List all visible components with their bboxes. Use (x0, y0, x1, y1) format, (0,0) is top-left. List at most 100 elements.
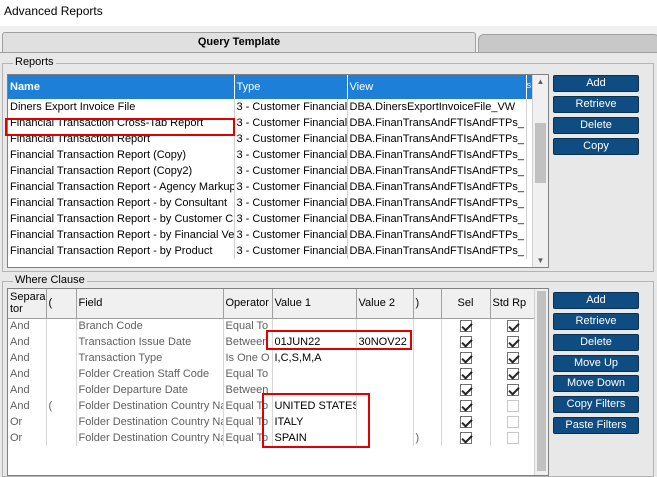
col-separator-header[interactable]: Separa tor (8, 289, 47, 319)
std-rp-checkbox[interactable] (507, 416, 519, 429)
report-row[interactable]: Financial Transaction Report (Copy) 3 - C… (8, 147, 533, 163)
rparen-cell[interactable] (413, 334, 442, 350)
lparen-cell[interactable] (46, 350, 77, 366)
rparen-cell[interactable] (413, 318, 442, 334)
sel-checkbox[interactable] (459, 320, 472, 333)
col-name-header[interactable]: Name (8, 75, 235, 99)
lparen-cell[interactable] (46, 414, 77, 430)
move-down-button[interactable]: Move Down (553, 375, 639, 392)
lparen-cell[interactable] (46, 382, 77, 398)
rparen-cell[interactable] (413, 398, 442, 414)
lparen-cell[interactable] (46, 366, 77, 382)
paste-filters-button[interactable]: Paste Filters (553, 417, 639, 434)
field-cell[interactable]: Transaction Issue Date (76, 334, 224, 350)
std-rp-checkbox[interactable] (507, 400, 519, 413)
sel-checkbox[interactable] (459, 336, 472, 349)
reports-grid[interactable]: Name Type View S F Diners Export Invoice… (7, 74, 549, 268)
reports-delete-button[interactable]: Delete (553, 117, 639, 134)
separator-cell[interactable]: Or (8, 414, 47, 430)
separator-cell[interactable]: Or (8, 430, 47, 446)
scroll-down-icon[interactable]: ▼ (533, 256, 548, 265)
col-type-header[interactable]: Type (234, 75, 348, 99)
field-cell[interactable]: Folder Creation Staff Code (76, 366, 224, 382)
report-row[interactable]: Financial Transaction Report - by Produc… (8, 243, 533, 259)
sel-checkbox[interactable] (459, 352, 472, 365)
std-rp-checkbox[interactable] (507, 336, 519, 349)
lparen-cell[interactable] (46, 430, 77, 446)
tab-query-template[interactable]: Query Template (2, 32, 476, 52)
sel-checkbox[interactable] (459, 400, 472, 413)
separator-cell[interactable]: And (8, 382, 47, 398)
report-row[interactable]: Diners Export Invoice File 3 - Customer F… (8, 99, 533, 115)
separator-cell[interactable]: And (8, 398, 47, 414)
reports-copy-button[interactable]: Copy (553, 138, 639, 155)
std-rp-checkbox[interactable] (507, 384, 519, 397)
separator-cell[interactable]: And (8, 334, 47, 350)
value1-cell[interactable]: I,C,S,M,A (272, 350, 357, 366)
report-name-cell: Diners Export Invoice File (8, 99, 235, 115)
copy-filters-button[interactable]: Copy Filters (553, 396, 639, 413)
field-cell[interactable]: Branch Code (76, 318, 224, 334)
separator-cell[interactable]: And (8, 366, 47, 382)
value2-cell[interactable] (356, 350, 414, 366)
rparen-cell[interactable]: ) (413, 430, 442, 446)
move-up-button[interactable]: Move Up (553, 355, 639, 372)
reports-scrollbar[interactable]: ▲ ▼ (532, 75, 548, 267)
where-add-button[interactable]: Add (553, 292, 639, 309)
std-rp-checkbox[interactable] (507, 352, 519, 365)
std-rp-checkbox[interactable] (507, 368, 519, 381)
report-row[interactable]: Financial Transaction Report - by Consul… (8, 195, 533, 211)
lparen-cell[interactable]: ( (46, 398, 77, 414)
std-rp-checkbox[interactable] (507, 432, 519, 445)
rparen-cell[interactable] (413, 366, 442, 382)
col-sel-header[interactable]: Sel (441, 289, 491, 319)
rparen-cell[interactable] (413, 414, 442, 430)
separator-cell[interactable]: And (8, 318, 47, 334)
rparen-cell[interactable] (413, 382, 442, 398)
separator-cell[interactable]: And (8, 350, 47, 366)
field-cell[interactable]: Transaction Type (76, 350, 224, 366)
col-value2-header[interactable]: Value 2 (356, 289, 414, 319)
where-row[interactable]: And Transaction Type Is One O I,C,S,M,A (8, 350, 537, 366)
operator-cell[interactable]: Is One O (223, 350, 273, 366)
col-view-header[interactable]: View (347, 75, 527, 99)
reports-add-button[interactable]: Add (553, 75, 639, 92)
where-retrieve-button[interactable]: Retrieve (553, 313, 639, 330)
report-row[interactable]: Financial Transaction Report - by Financ… (8, 227, 533, 243)
sel-checkbox[interactable] (459, 368, 472, 381)
field-cell[interactable]: Folder Departure Date (76, 382, 224, 398)
rparen-cell[interactable] (413, 350, 442, 366)
field-cell[interactable]: Folder Destination Country Na (76, 398, 224, 414)
value1-cell[interactable] (272, 366, 357, 382)
operator-cell[interactable]: Equal To (223, 366, 273, 382)
report-row[interactable]: Financial Transaction Report (Copy2) 3 - … (8, 163, 533, 179)
reports-retrieve-button[interactable]: Retrieve (553, 96, 639, 113)
value2-cell[interactable] (356, 366, 414, 382)
field-cell[interactable]: Folder Destination Country Na (76, 430, 224, 446)
scroll-thumb[interactable] (535, 123, 546, 183)
col-lparen-header[interactable]: ( (46, 289, 77, 319)
col-stdrp-header[interactable]: Std Rp (490, 289, 537, 319)
where-row[interactable]: And Folder Creation Staff Code Equal To (8, 366, 537, 382)
report-row[interactable]: Financial Transaction Report - by Custom… (8, 211, 533, 227)
col-operator-header[interactable]: Operator (223, 289, 273, 319)
lparen-cell[interactable] (46, 318, 77, 334)
operator-cell[interactable]: Between (223, 334, 273, 350)
col-value1-header[interactable]: Value 1 (272, 289, 357, 319)
sel-checkbox[interactable] (459, 384, 472, 397)
field-cell[interactable]: Folder Destination Country Na (76, 414, 224, 430)
where-delete-button[interactable]: Delete (553, 334, 639, 351)
where-scroll-thumb[interactable] (537, 291, 546, 471)
std-rp-checkbox[interactable] (507, 320, 519, 333)
report-row[interactable]: Financial Transaction Report - Agency Ma… (8, 179, 533, 195)
report-name-cell: Financial Transaction Report (Copy2) (8, 163, 235, 179)
col-rparen-header[interactable]: ) (413, 289, 442, 319)
tab-inactive[interactable] (478, 34, 657, 52)
sel-checkbox[interactable] (459, 416, 472, 429)
lparen-cell[interactable] (46, 334, 77, 350)
sel-checkbox[interactable] (459, 432, 472, 445)
col-field-header[interactable]: Field (76, 289, 224, 319)
operator-cell[interactable]: Equal To (223, 318, 273, 334)
where-scrollbar[interactable] (534, 289, 548, 475)
scroll-up-icon[interactable]: ▲ (533, 77, 548, 86)
